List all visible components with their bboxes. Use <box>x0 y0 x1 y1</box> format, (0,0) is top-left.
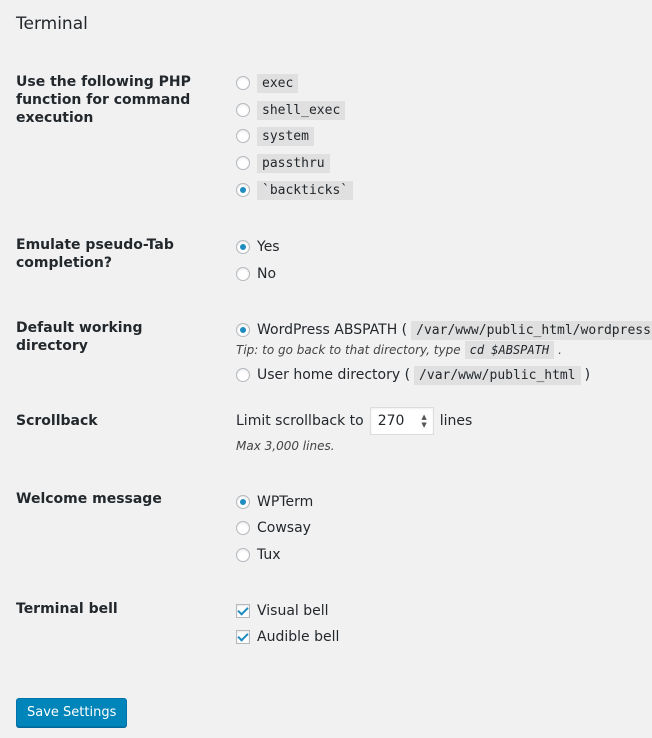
abspath-label: WordPress ABSPATH ( <box>257 322 408 338</box>
option-label: Yes <box>257 239 280 255</box>
option-label: Visual bell <box>257 603 329 619</box>
option-code: system <box>257 126 314 146</box>
option-code: exec <box>257 73 299 93</box>
option-label: No <box>257 266 277 282</box>
radio-selected-icon[interactable] <box>236 240 250 254</box>
tip-suffix: . <box>558 343 562 357</box>
abspath-code: /var/www/public_html/wordpress <box>411 320 652 340</box>
radio-selected-icon[interactable] <box>236 495 250 509</box>
radio-home-directory[interactable]: User home directory ( /var/www/public_ht… <box>236 364 590 386</box>
home-code: /var/www/public_html <box>414 365 581 385</box>
save-settings-button[interactable]: Save Settings <box>16 698 128 727</box>
radio-backticks[interactable]: `backticks` <box>236 179 354 201</box>
option-code: passthru <box>257 153 330 173</box>
radio-cowsay[interactable]: Cowsay <box>236 517 311 539</box>
option-label: Tux <box>257 547 281 563</box>
radio-system[interactable]: system <box>236 125 314 147</box>
radio-passthru[interactable]: passthru <box>236 152 330 174</box>
scrollback-label: Scrollback <box>16 413 98 429</box>
option-code: shell_exec <box>257 100 346 120</box>
radio-abspath[interactable]: WordPress ABSPATH ( /var/www/public_html… <box>236 319 652 341</box>
radio-wpterm[interactable]: WPTerm <box>236 491 313 513</box>
radio-icon[interactable] <box>236 129 250 143</box>
radio-selected-icon[interactable] <box>236 323 250 337</box>
radio-icon[interactable] <box>236 76 250 90</box>
radio-icon[interactable] <box>236 368 250 382</box>
home-suffix: ) <box>584 367 591 383</box>
scrollback-prefix: Limit scrollback to <box>236 413 364 429</box>
scrollback-hint: Max 3,000 lines. <box>236 439 335 453</box>
option-label: Audible bell <box>257 629 340 645</box>
php-function-label: Use the following PHP function for comma… <box>16 74 191 126</box>
radio-selected-icon[interactable] <box>236 183 250 197</box>
radio-exec[interactable]: exec <box>236 72 299 94</box>
abspath-tip: Tip: to go back to that directory, type … <box>236 340 562 360</box>
scrollback-suffix: lines <box>439 413 473 429</box>
radio-shell-exec[interactable]: shell_exec <box>236 99 346 121</box>
radio-tux[interactable]: Tux <box>236 544 281 566</box>
checkbox-checked-icon[interactable] <box>236 630 250 644</box>
welcome-message-label: Welcome message <box>16 491 162 507</box>
spinner-icon[interactable]: ▲ ▼ <box>421 413 426 429</box>
scrollback-input[interactable]: 270 ▲ ▼ <box>369 407 434 435</box>
radio-tab-no[interactable]: No <box>236 263 276 285</box>
page-title: Terminal <box>16 14 88 34</box>
home-label: User home directory ( <box>257 367 411 383</box>
radio-tab-yes[interactable]: Yes <box>236 236 280 258</box>
checkbox-visual-bell[interactable]: Visual bell <box>236 600 329 622</box>
radio-icon[interactable] <box>236 548 250 562</box>
scrollback-value: 270 <box>377 413 405 429</box>
scrollback-row: Limit scrollback to 270 ▲ ▼ lines <box>236 407 472 435</box>
radio-icon[interactable] <box>236 267 250 281</box>
checkbox-audible-bell[interactable]: Audible bell <box>236 626 339 648</box>
tip-text: Tip: to go back to that directory, type <box>236 343 461 357</box>
radio-icon[interactable] <box>236 156 250 170</box>
terminal-bell-label: Terminal bell <box>16 601 118 617</box>
working-directory-label: Default working directory <box>16 320 143 354</box>
checkbox-checked-icon[interactable] <box>236 604 250 618</box>
option-code: `backticks` <box>257 180 354 200</box>
tip-command: cd $ABSPATH <box>464 341 555 359</box>
tab-completion-label: Emulate pseudo-Tab completion? <box>16 237 174 271</box>
option-label: Cowsay <box>257 520 311 536</box>
radio-icon[interactable] <box>236 103 250 117</box>
option-label: WPTerm <box>257 494 314 510</box>
radio-icon[interactable] <box>236 521 250 535</box>
